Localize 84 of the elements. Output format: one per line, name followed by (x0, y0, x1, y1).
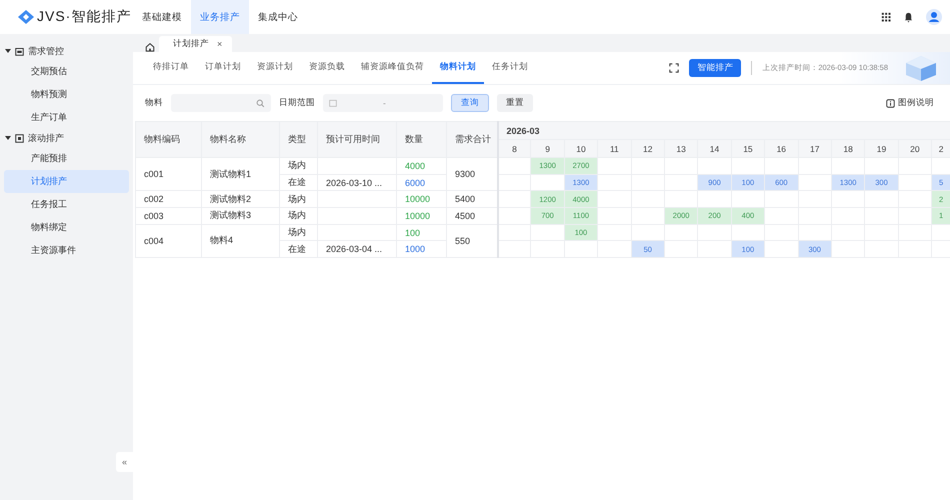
nav-tab[interactable]: 基础建模 (133, 0, 191, 34)
sub-tab[interactable]: 资源计划 (249, 52, 301, 84)
table-cell: 测试物料3 (202, 208, 280, 224)
caret-icon[interactable] (5, 135, 11, 141)
day-header: 9 (530, 140, 564, 158)
table-cell: 在途 (280, 240, 318, 258)
caret-icon[interactable] (5, 48, 11, 54)
smart-schedule-button[interactable]: 智能排产 (689, 59, 742, 77)
sub-tab[interactable]: 任务计划 (484, 52, 536, 84)
day-header: 19 (864, 140, 898, 158)
day-header: 18 (831, 140, 865, 158)
fullscreen-icon (669, 63, 680, 73)
sidebar-item[interactable]: 任务报工 (4, 193, 129, 216)
table-cell: 2026-03-10 ... (318, 174, 396, 191)
logo-icon (18, 10, 34, 24)
sidebar-item[interactable]: 物料绑定 (4, 216, 129, 239)
column-header: 需求合计 (446, 122, 498, 158)
calendar-icon (329, 99, 337, 107)
column-header: 物料名称 (202, 122, 280, 158)
day-header: 15 (731, 140, 765, 158)
table-cell: 场内 (280, 224, 318, 241)
quantity-cell: 4000 (396, 158, 446, 174)
nav-tab[interactable]: 业务排产 (191, 0, 249, 34)
day-header: 8 (498, 140, 531, 158)
reset-button[interactable]: 重置 (497, 94, 533, 112)
table-cell: 2026-03-04 ... (318, 240, 396, 258)
quantity-cell: 10000 (396, 190, 446, 208)
sub-tab[interactable]: 物料计划 (432, 52, 484, 84)
date-range-label: 日期范围 (279, 97, 315, 109)
collapse-sidebar-button[interactable]: « (116, 452, 133, 472)
day-header: 12 (631, 140, 664, 158)
menu-group-label[interactable]: 需求管控 (28, 44, 64, 58)
menu-group-label[interactable]: 滚动排产 (28, 132, 64, 144)
page-tab[interactable]: 计划排产 × (159, 36, 232, 52)
table-cell: 在途 (280, 174, 318, 191)
day-header: 16 (764, 140, 798, 158)
table-cell: c004 (136, 224, 202, 258)
quantity-cell: 10000 (396, 208, 446, 224)
table-cell: c003 (136, 208, 202, 224)
sub-tab[interactable]: 订单计划 (197, 52, 249, 84)
table-cell: 场内 (280, 208, 318, 224)
table-cell: 物料4 (202, 224, 280, 258)
day-header: 11 (598, 140, 632, 158)
search-icon (256, 98, 265, 108)
table-cell: 测试物料2 (202, 190, 280, 208)
quantity-cell: 100 (396, 224, 446, 241)
sub-tab[interactable]: 资源负载 (301, 52, 353, 84)
sidebar-item[interactable]: 产能预排 (4, 147, 129, 170)
material-input[interactable] (171, 94, 271, 112)
table-cell: c001 (136, 158, 202, 191)
sidebar-item[interactable]: 生产订单 (4, 106, 129, 129)
month-header: 2026-03 (498, 122, 950, 140)
sidebar-item[interactable]: 物料预测 (4, 83, 129, 106)
day-header: 20 (898, 140, 932, 158)
nav-tab[interactable]: 集成中心 (249, 0, 307, 34)
chip-icon (15, 134, 24, 142)
column-header: 类型 (280, 122, 318, 158)
bell-icon (903, 12, 914, 22)
sub-tab[interactable]: 待排订单 (145, 52, 197, 84)
table-cell: c002 (136, 190, 202, 208)
column-header: 数量 (396, 122, 446, 158)
legend-link[interactable]: 图例说明 (898, 97, 934, 109)
column-header: 物料编码 (136, 122, 202, 158)
sidebar-item[interactable]: 交期预估 (4, 60, 129, 83)
table-cell: 测试物料1 (202, 158, 280, 191)
day-header: 10 (564, 140, 598, 158)
day-header: 17 (798, 140, 832, 158)
info-icon (886, 98, 895, 108)
material-label: 物料 (145, 97, 163, 109)
sidebar-item[interactable]: 计划排产 (4, 170, 129, 193)
column-header: 预计可用时间 (318, 122, 396, 158)
day-header: 13 (664, 140, 698, 158)
calendar-icon (15, 46, 24, 56)
home-icon (145, 42, 155, 52)
apps-grid-icon (881, 12, 891, 22)
table-cell: 场内 (280, 158, 318, 174)
close-tab-button[interactable]: × (217, 39, 222, 49)
sub-tab[interactable]: 辅资源峰值负荷 (353, 52, 432, 84)
table-cell: 场内 (280, 190, 318, 208)
avatar-icon[interactable] (926, 9, 942, 25)
sidebar-item[interactable]: 主资源事件 (4, 239, 129, 262)
day-header: 14 (698, 140, 732, 158)
query-button[interactable]: 查询 (451, 94, 489, 112)
app-logo-text: JVS·智能排产 (37, 8, 132, 26)
